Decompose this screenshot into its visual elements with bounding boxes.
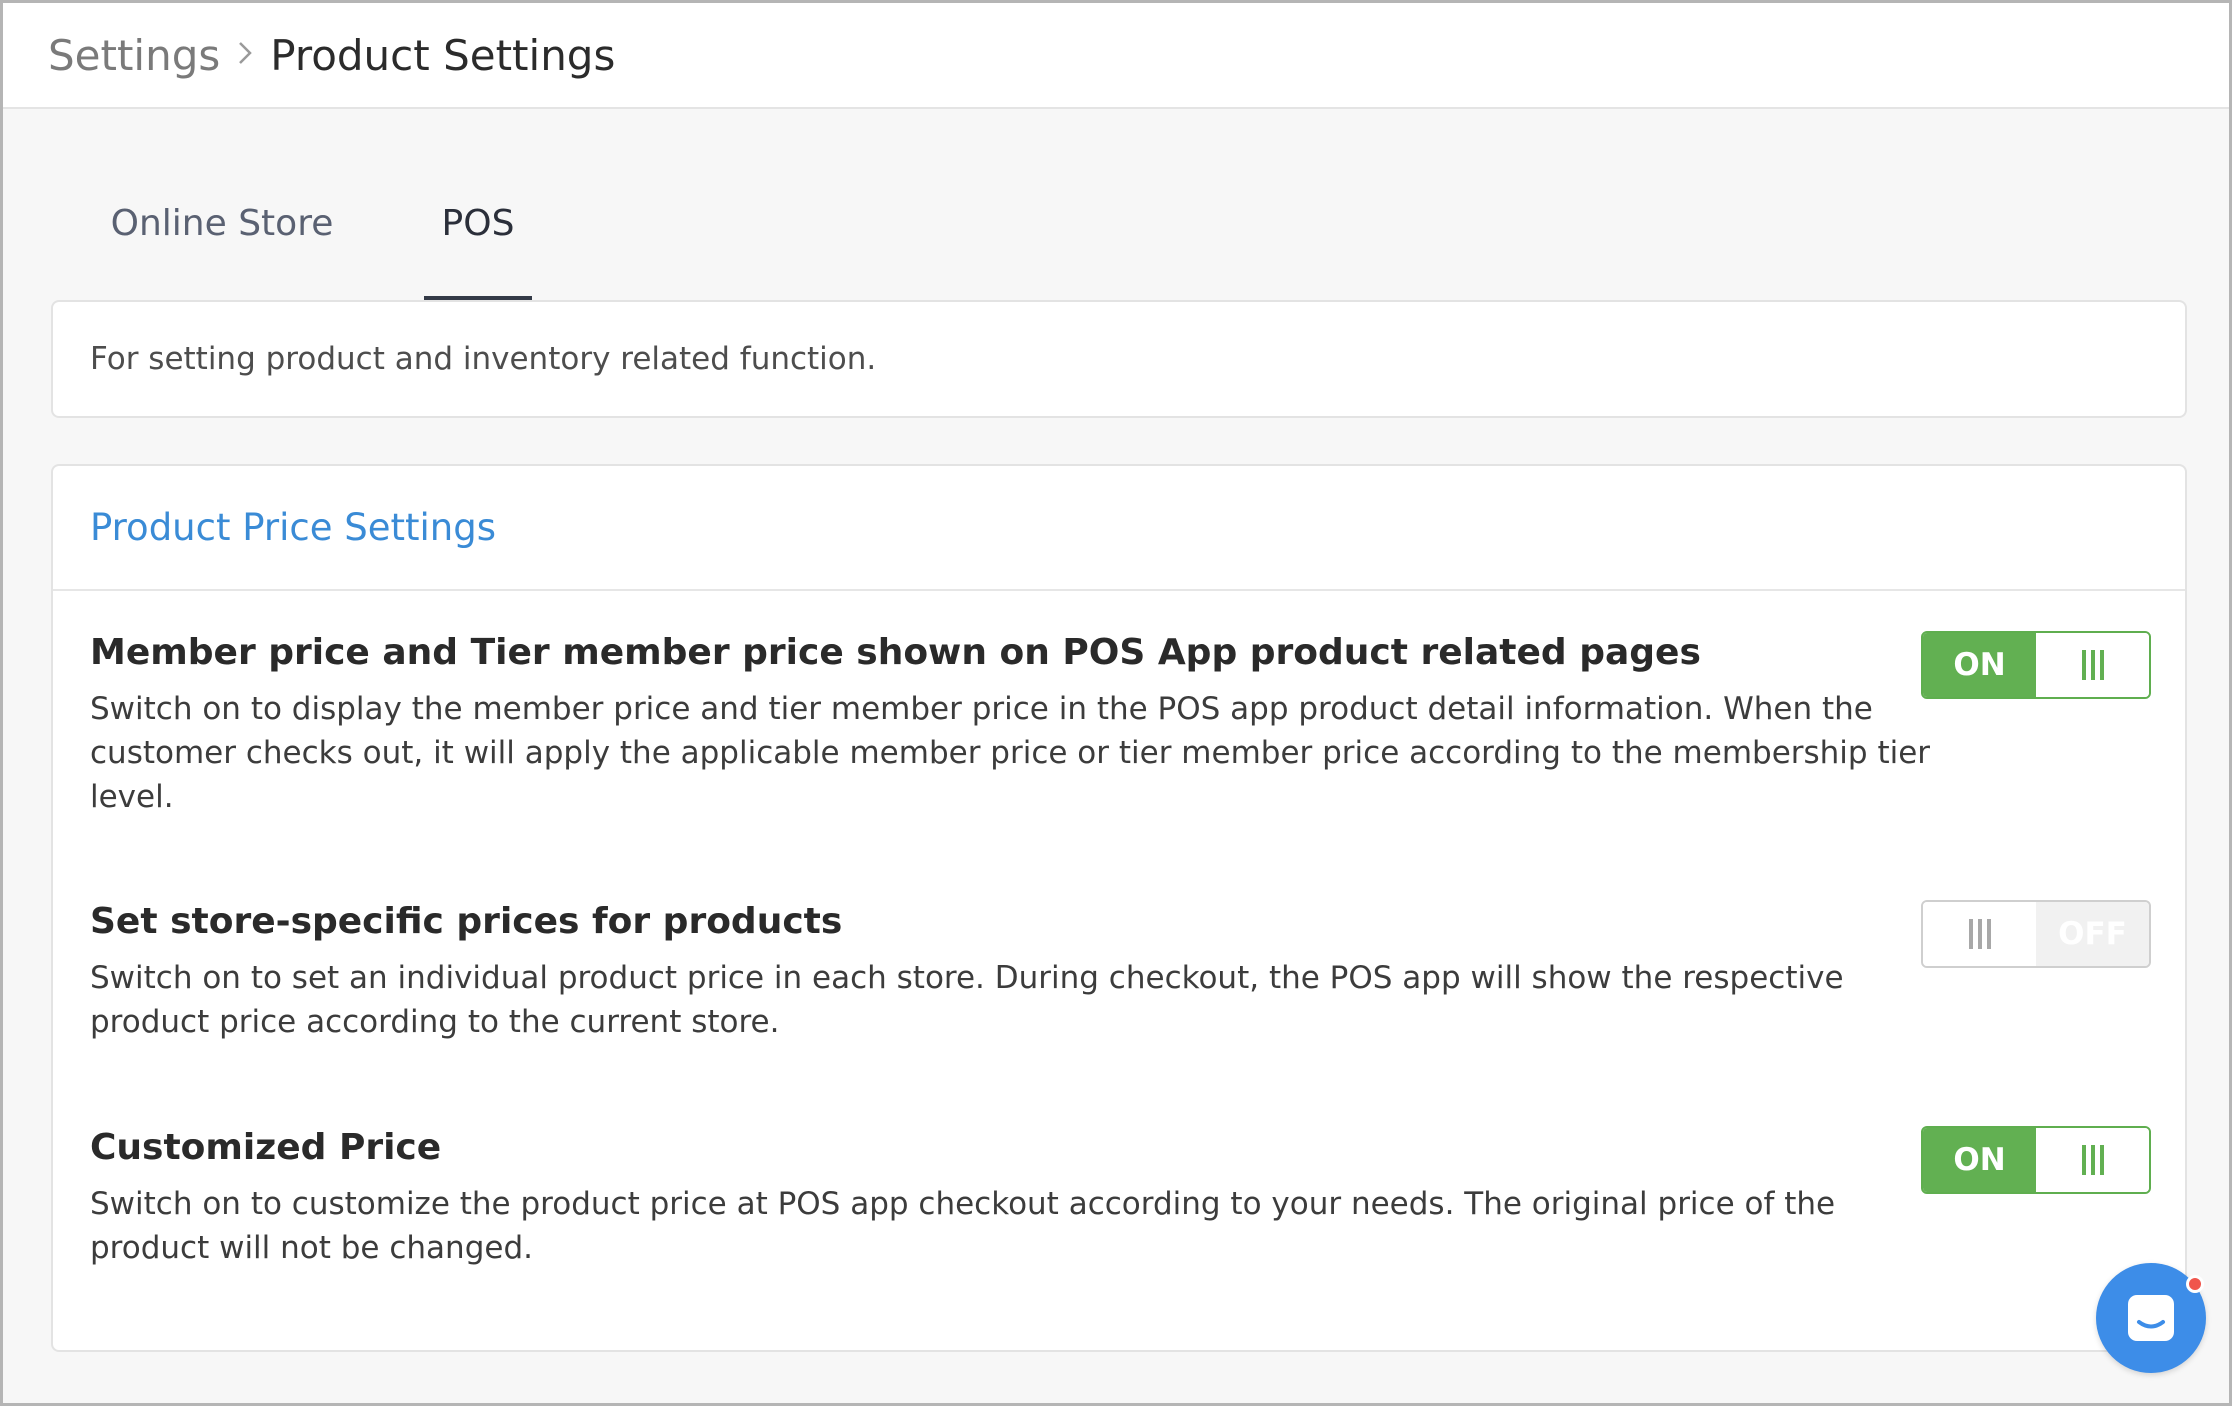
section-title: Product Price Settings bbox=[90, 506, 497, 549]
setting-store-specific-prices: Set store-specific prices for products S… bbox=[90, 900, 1940, 1044]
app-window: Settings Product Settings Online Store P… bbox=[0, 0, 2232, 1406]
toggle-on-label: ON bbox=[1923, 633, 2036, 697]
toggle-on-label: ON bbox=[1923, 1128, 2036, 1192]
product-price-settings-card: Product Price Settings Member price and … bbox=[51, 464, 2187, 1352]
toggle-knob bbox=[2036, 1128, 2149, 1192]
customized-price-toggle[interactable]: ON bbox=[1921, 1126, 2151, 1194]
grip-lines-icon bbox=[2081, 1145, 2104, 1175]
tab-pos[interactable]: POS bbox=[424, 203, 532, 301]
toggle-knob bbox=[1923, 902, 2036, 966]
setting-title: Customized Price bbox=[90, 1127, 442, 1168]
member-price-toggle[interactable]: ON bbox=[1921, 631, 2151, 699]
notification-dot bbox=[2186, 1275, 2204, 1293]
setting-customized-price: Customized Price Switch on to customize … bbox=[90, 1126, 1940, 1270]
setting-description: Switch on to customize the product price… bbox=[90, 1186, 1836, 1266]
tab-online-store[interactable]: Online Store bbox=[108, 203, 336, 301]
description-text: For setting product and inventory relate… bbox=[90, 341, 877, 377]
chevron-right-icon bbox=[236, 35, 254, 75]
store-specific-prices-toggle[interactable]: OFF bbox=[1921, 900, 2151, 968]
grip-lines-icon bbox=[2081, 650, 2104, 680]
setting-title: Member price and Tier member price shown… bbox=[90, 632, 1701, 673]
tab-bar: Online Store POS bbox=[3, 109, 2229, 301]
chevron-right-icon-glyph bbox=[239, 42, 253, 64]
toggle-knob bbox=[2036, 633, 2149, 697]
breadcrumb-settings-link[interactable]: Settings bbox=[48, 31, 220, 80]
grip-lines-icon bbox=[1968, 919, 1991, 949]
toggle-off-label: OFF bbox=[2036, 902, 2149, 966]
page-title: Product Settings bbox=[270, 30, 616, 80]
page-header: Settings Product Settings bbox=[3, 3, 2229, 109]
setting-title: Set store-specific prices for products bbox=[90, 901, 843, 942]
description-card: For setting product and inventory relate… bbox=[51, 300, 2187, 418]
setting-description: Switch on to display the member price an… bbox=[90, 691, 1931, 815]
section-header: Product Price Settings bbox=[53, 466, 2185, 591]
setting-description: Switch on to set an individual product p… bbox=[90, 960, 1844, 1040]
chat-button[interactable] bbox=[2096, 1263, 2206, 1373]
chat-bubble-icon bbox=[2128, 1295, 2174, 1341]
setting-member-price: Member price and Tier member price shown… bbox=[90, 631, 1940, 819]
